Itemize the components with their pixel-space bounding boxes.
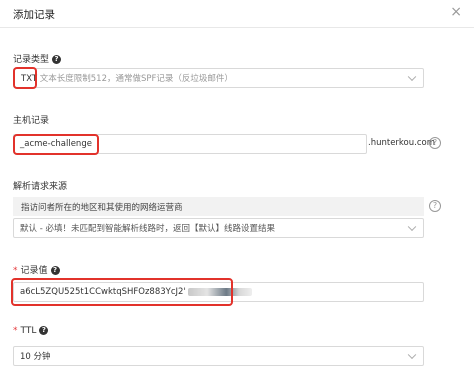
ttl-value: 10 分钟	[20, 352, 51, 362]
record-value-label: * 记录值?	[13, 263, 60, 276]
chevron-down-icon	[407, 350, 417, 360]
ttl-select[interactable]: 10 分钟	[13, 346, 424, 366]
resolve-source-tip-text: 指访问者所在的地区和其使用的网络运营商	[21, 203, 183, 213]
record-value-label-text: 记录值	[20, 266, 48, 276]
resolve-source-help-icon[interactable]: ?	[429, 200, 441, 212]
record-type-highlight	[13, 67, 37, 89]
required-mark: *	[13, 266, 18, 276]
resolve-source-select[interactable]: 默认 - 必填！未匹配到智能解析线路时，返回【默认】线路设置结果	[13, 218, 424, 238]
resolve-source-value: 默认 - 必填！未匹配到智能解析线路时，返回【默认】线路设置结果	[20, 224, 275, 234]
close-icon[interactable]: ×	[450, 5, 462, 19]
required-mark: *	[13, 326, 18, 336]
ttl-label: * TTL?	[13, 326, 49, 336]
host-help-icon[interactable]: ?	[429, 137, 441, 149]
host-highlight	[13, 134, 99, 155]
help-icon[interactable]: ?	[50, 266, 60, 275]
record-type-label-text: 记录类型	[13, 55, 50, 65]
resolve-source-label: 解析请求来源	[13, 182, 68, 192]
domain-suffix: .hunterkou.com	[368, 138, 435, 148]
dialog-header: 添加记录 ×	[0, 0, 474, 28]
dialog-title: 添加记录	[13, 9, 55, 21]
chevron-down-icon	[407, 72, 417, 82]
host-label: 主机记录	[13, 116, 50, 126]
record-type-label: 记录类型?	[13, 52, 62, 65]
ttl-label-text: TTL	[20, 326, 37, 336]
resolve-source-tip: 指访问者所在的地区和其使用的网络运营商	[13, 197, 424, 216]
record-type-hint: 文本长度限制512，通常做SPF记录（反垃圾邮件）	[39, 74, 233, 84]
help-icon[interactable]: ?	[52, 55, 62, 64]
record-type-select[interactable]: TXT 文本长度限制512，通常做SPF记录（反垃圾邮件）	[13, 68, 424, 88]
record-value-highlight	[11, 278, 233, 306]
help-icon[interactable]: ?	[39, 326, 49, 335]
chevron-down-icon	[407, 222, 417, 232]
